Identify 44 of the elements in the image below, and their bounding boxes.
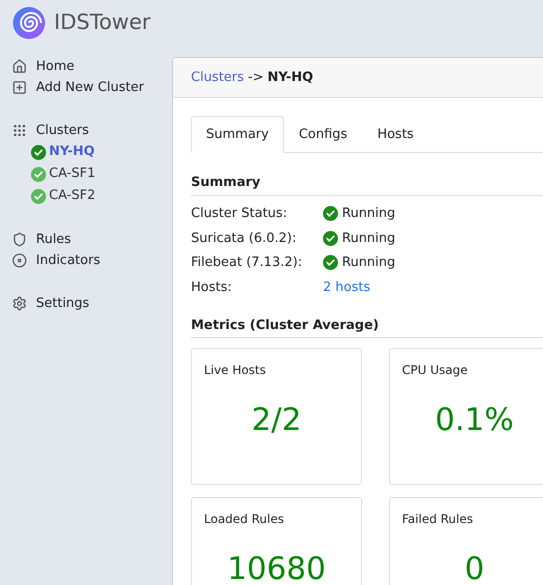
metric-label: Failed Rules <box>402 511 474 528</box>
cluster-item[interactable]: NY-HQ <box>49 142 95 162</box>
check-circle-icon <box>323 255 338 270</box>
status-value: Running <box>342 254 396 272</box>
sidebar-item[interactable]: Add New Cluster <box>36 78 144 98</box>
check-circle-icon <box>323 206 338 222</box>
breadcrumb-link[interactable]: Clusters <box>191 68 244 88</box>
check-circle-icon <box>323 230 338 246</box>
metric-label: CPU Usage <box>402 362 468 379</box>
breadcrumb-current: NY-HQ <box>268 68 314 87</box>
metric-value: 10680 <box>227 550 326 585</box>
shield-icon <box>12 232 27 247</box>
field-label: Suricata (6.0.2): <box>191 230 298 248</box>
sidebar-item[interactable]: Home <box>36 56 74 76</box>
spiral-logo-icon <box>12 6 46 40</box>
tab[interactable]: Hosts <box>362 116 429 153</box>
sidebar-item[interactable]: Settings <box>36 294 90 314</box>
field-label: Cluster Status: <box>191 205 288 223</box>
tab[interactable]: Configs <box>284 116 362 153</box>
metric-value: 0.1% <box>435 401 514 440</box>
brand-name: IDSTower <box>54 9 151 36</box>
cluster-item[interactable]: CA-SF1 <box>49 164 96 184</box>
hosts-link[interactable]: 2 hosts <box>323 278 370 297</box>
status-value: Running <box>342 230 396 248</box>
sidebar-item[interactable]: Clusters <box>36 120 89 140</box>
settings-icon <box>12 296 27 311</box>
field-label: Filebeat (7.13.2): <box>191 254 304 272</box>
sidebar-item[interactable]: Rules <box>36 230 72 250</box>
plus-square-icon <box>12 80 27 95</box>
home-icon <box>12 59 27 74</box>
section-heading: Summary <box>191 173 543 196</box>
target-icon <box>12 253 27 268</box>
grid-icon <box>12 123 27 138</box>
status-value: Running <box>342 205 396 223</box>
tab[interactable]: Summary <box>191 116 284 153</box>
metric-value: 0 <box>464 550 484 585</box>
cluster-item[interactable]: CA-SF2 <box>49 186 96 206</box>
metric-label: Live Hosts <box>204 362 266 379</box>
section-heading: Metrics (Cluster Average) <box>191 316 543 338</box>
sidebar-item[interactable]: Indicators <box>36 250 100 270</box>
breadcrumb-separator: -> <box>248 68 264 87</box>
metric-value: 2/2 <box>252 401 302 440</box>
field-label: Hosts: <box>191 278 233 296</box>
metric-label: Loaded Rules <box>204 511 284 528</box>
